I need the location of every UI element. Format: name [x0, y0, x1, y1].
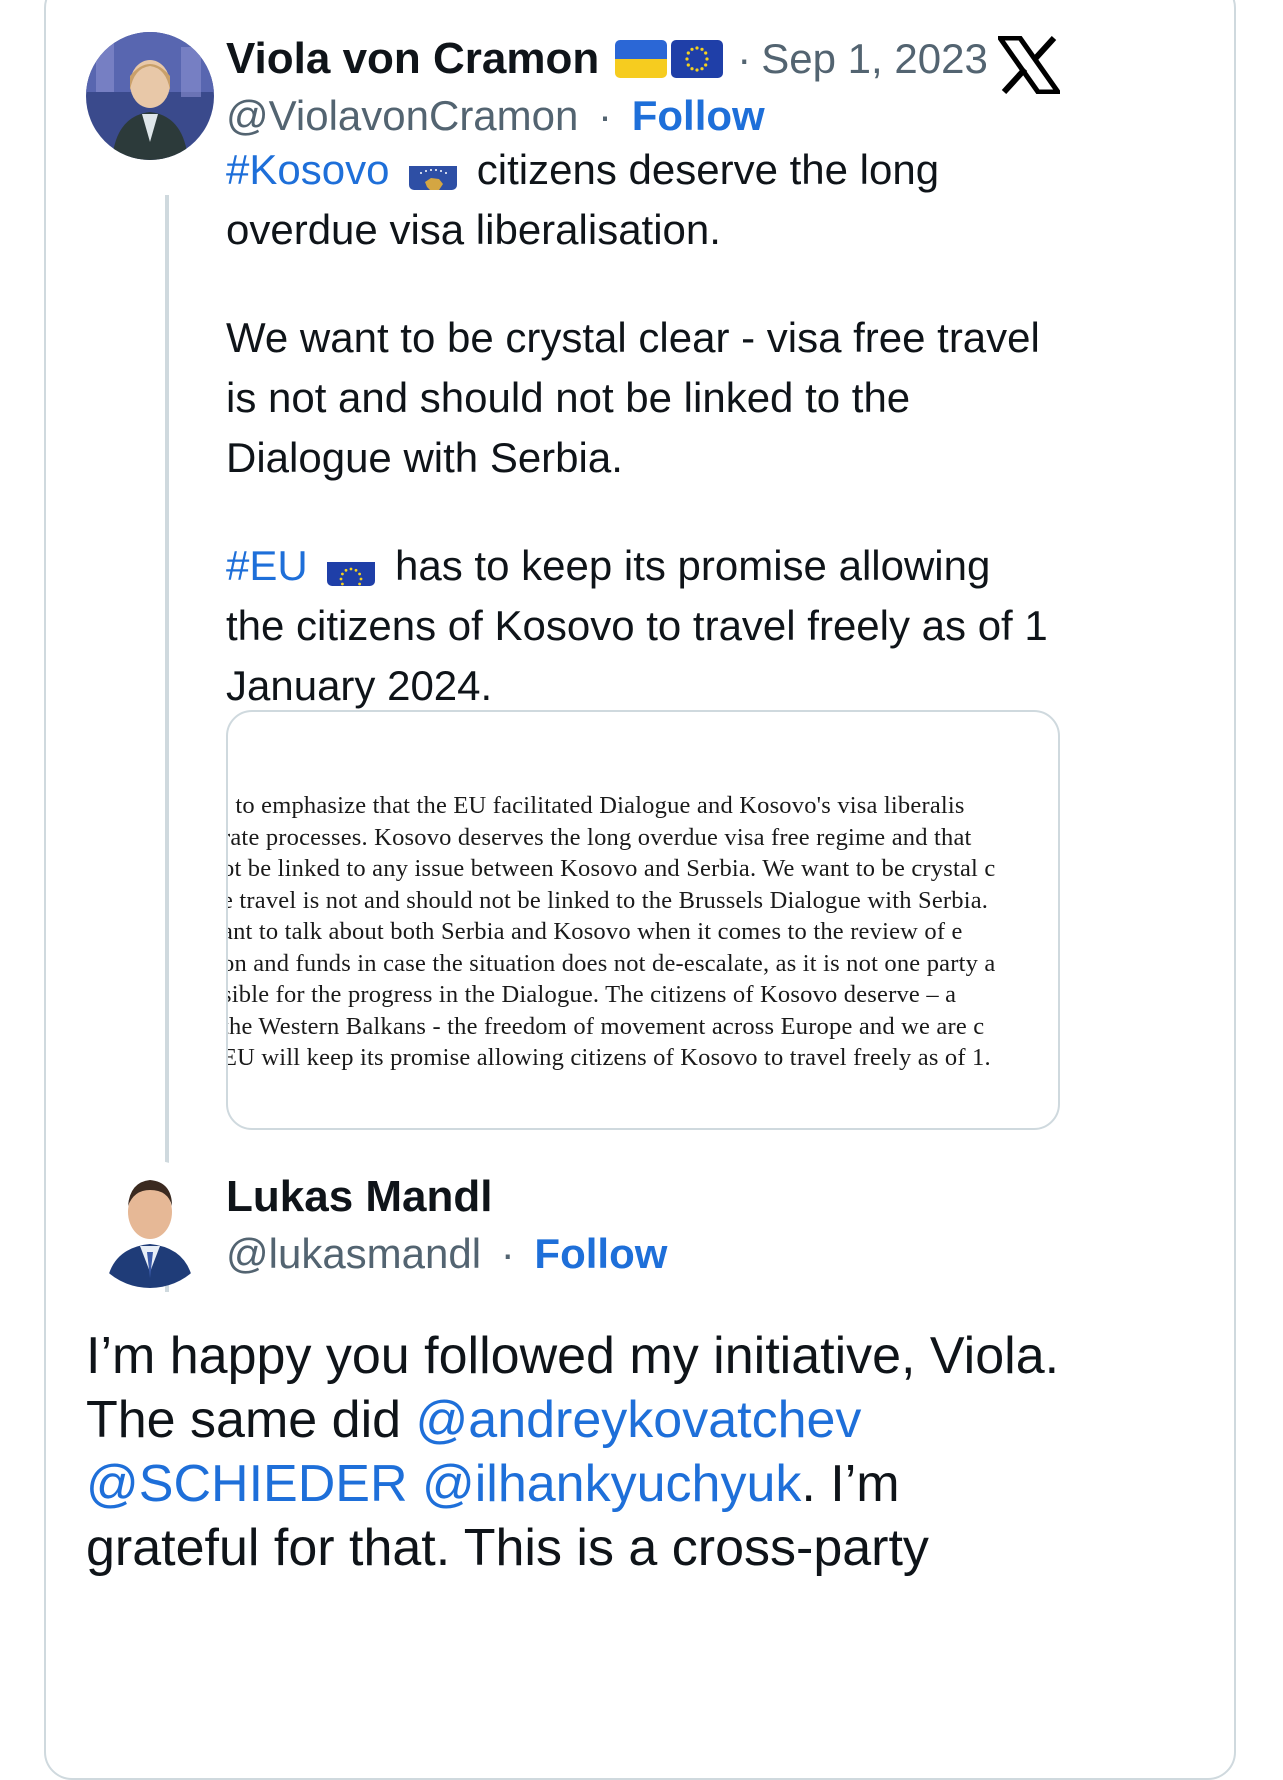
tweet-text: #Kosovo citizens deserve the long overdu…: [226, 140, 1176, 716]
document-line: rate processes. Kosovo deserves the long…: [226, 823, 972, 851]
mention-ilhankyuchyuk[interactable]: @ilhankyuchyuk: [422, 1455, 801, 1513]
reply-author-row: Lukas Mandl: [226, 1172, 493, 1222]
reply-follow-button[interactable]: Follow: [534, 1230, 667, 1277]
ukraine-flag-icon: [615, 40, 668, 78]
follow-separator: ·: [598, 92, 613, 139]
hashtag-eu[interactable]: #EU: [226, 542, 308, 589]
document-line: sible for the progress in the Dialogue. …: [226, 981, 957, 1008]
eu-flag-icon: [327, 552, 376, 586]
reply-author-name[interactable]: Lukas Mandl: [226, 1172, 493, 1222]
follow-button[interactable]: Follow: [632, 92, 765, 139]
x-logo-icon[interactable]: [995, 35, 1064, 98]
reply-text: I’m happy you followed my initiative, Vi…: [86, 1324, 1086, 1580]
avatar[interactable]: [86, 1160, 214, 1288]
author-name[interactable]: Viola von Cramon: [226, 34, 599, 84]
author-handle-row: @ViolavonCramon · Follow: [226, 92, 765, 140]
follow-separator: ·: [500, 1230, 515, 1277]
date-separator: ·: [737, 35, 752, 82]
mention-andreykovatchev[interactable]: @andreykovatchev: [416, 1391, 862, 1449]
document-line: e travel is not and should not be linked…: [226, 886, 989, 914]
tweet-date[interactable]: Sep 1, 2023: [761, 35, 988, 83]
kosovo-flag-icon: [409, 156, 458, 190]
tweet-author-row: Viola von Cramon · Sep 1, 2023: [226, 34, 988, 84]
eu-flag-icon: [671, 40, 724, 78]
document-line: ot be linked to any issue between Kosovo…: [226, 855, 996, 882]
document-line: ; to emphasize that the EU facilitated D…: [226, 792, 965, 819]
avatar[interactable]: [86, 32, 214, 160]
document-line: the Western Balkans - the freedom of mov…: [226, 1012, 985, 1040]
reply-author-handle[interactable]: @lukasmandl: [226, 1230, 481, 1277]
document-line: ant to talk about both Serbia and Kosovo…: [226, 918, 963, 945]
thread-line: [165, 195, 169, 1292]
mention-schieder[interactable]: @SCHIEDER: [86, 1455, 408, 1513]
reply-handle-row: @lukasmandl · Follow: [226, 1230, 667, 1278]
author-handle[interactable]: @ViolavonCramon: [226, 92, 578, 139]
document-line: EU will keep its promise allowing citize…: [226, 1044, 991, 1071]
hashtag-kosovo[interactable]: #Kosovo: [226, 146, 389, 193]
tweet-paragraph-2: We want to be crystal clear - visa free …: [226, 314, 1040, 481]
tweet-media-image[interactable]: ; to emphasize that the EU facilitated D…: [226, 710, 1060, 1130]
document-excerpt: ; to emphasize that the EU facilitated D…: [226, 790, 1058, 1074]
document-line: on and funds in case the situation does …: [226, 949, 996, 977]
